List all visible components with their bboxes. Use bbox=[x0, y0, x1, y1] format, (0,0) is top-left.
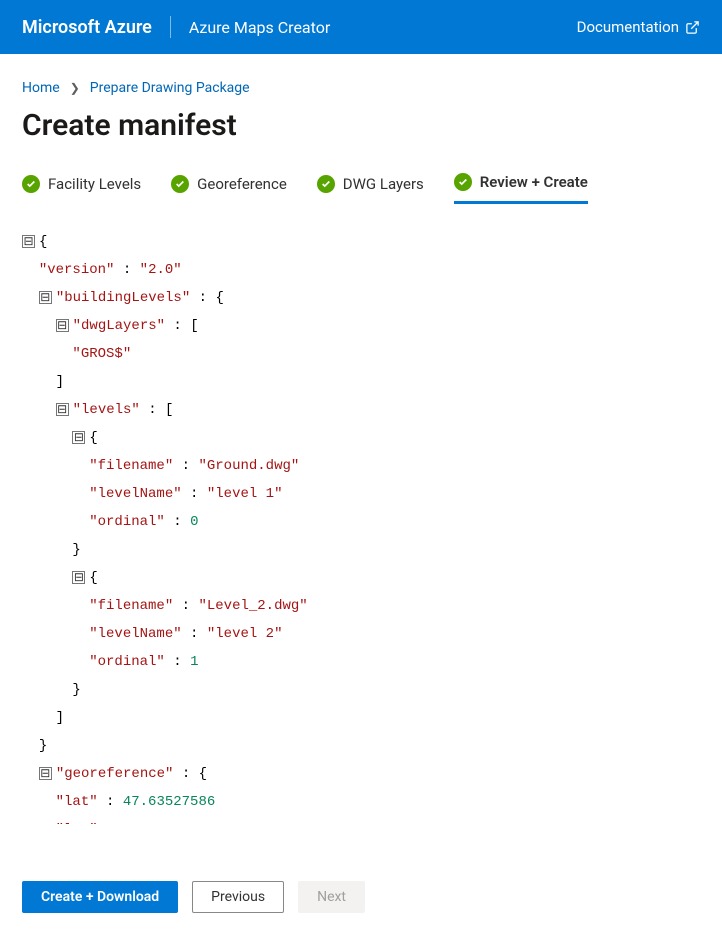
tab-label: Georeference bbox=[197, 175, 287, 193]
tab-facility-levels[interactable]: Facility Levels bbox=[22, 173, 141, 204]
manifest-json-viewer: ⊟{ "version" : "2.0" ⊟"buildingLevels" :… bbox=[0, 204, 722, 824]
footer-actions: Create + Download Previous Next bbox=[0, 866, 722, 935]
previous-button[interactable]: Previous bbox=[192, 881, 284, 913]
tab-label: DWG Layers bbox=[343, 175, 424, 193]
tab-review-create[interactable]: Review + Create bbox=[454, 173, 588, 204]
collapse-toggle-icon[interactable]: ⊟ bbox=[56, 319, 69, 332]
tab-dwg-layers[interactable]: DWG Layers bbox=[317, 173, 424, 204]
json-value: "level 1" bbox=[207, 486, 283, 502]
check-circle-icon bbox=[22, 175, 40, 193]
collapse-toggle-icon[interactable]: ⊟ bbox=[72, 571, 85, 584]
next-button: Next bbox=[298, 881, 365, 913]
chevron-right-icon: ❯ bbox=[70, 81, 80, 95]
json-value: 1 bbox=[190, 654, 198, 670]
check-circle-icon bbox=[171, 175, 189, 193]
json-value: -122.13355922 bbox=[123, 822, 232, 824]
collapse-toggle-icon[interactable]: ⊟ bbox=[39, 291, 52, 304]
check-circle-icon bbox=[317, 175, 335, 193]
wizard-steps: Facility Levels Georeference DWG Layers … bbox=[0, 147, 722, 204]
topbar: Microsoft Azure Azure Maps Creator Docum… bbox=[0, 0, 722, 54]
breadcrumb-page[interactable]: Prepare Drawing Package bbox=[90, 80, 250, 96]
json-value: "Level_2.dwg" bbox=[198, 598, 307, 614]
create-download-button[interactable]: Create + Download bbox=[22, 881, 178, 913]
check-circle-icon bbox=[454, 173, 472, 191]
documentation-link[interactable]: Documentation bbox=[577, 18, 700, 36]
topbar-divider bbox=[170, 16, 171, 38]
json-value: 47.63527586 bbox=[123, 794, 215, 810]
documentation-link-label: Documentation bbox=[577, 18, 679, 36]
tab-georeference[interactable]: Georeference bbox=[171, 173, 287, 204]
topbar-left: Microsoft Azure Azure Maps Creator bbox=[22, 16, 330, 38]
json-value: "Ground.dwg" bbox=[198, 458, 299, 474]
collapse-toggle-icon[interactable]: ⊟ bbox=[56, 403, 69, 416]
breadcrumb: Home ❯ Prepare Drawing Package bbox=[0, 54, 722, 106]
collapse-toggle-icon[interactable]: ⊟ bbox=[22, 235, 35, 248]
brand-label: Microsoft Azure bbox=[22, 17, 152, 38]
collapse-toggle-icon[interactable]: ⊟ bbox=[72, 431, 85, 444]
breadcrumb-home[interactable]: Home bbox=[22, 80, 60, 96]
json-value: "GROS$" bbox=[72, 346, 131, 362]
external-link-icon bbox=[685, 20, 700, 35]
json-value: "2.0" bbox=[140, 262, 182, 278]
collapse-toggle-icon[interactable]: ⊟ bbox=[39, 767, 52, 780]
json-value: 0 bbox=[190, 514, 198, 530]
page-title: Create manifest bbox=[0, 106, 722, 147]
app-name-label: Azure Maps Creator bbox=[189, 18, 330, 37]
tab-label: Facility Levels bbox=[48, 175, 141, 193]
json-value: "level 2" bbox=[207, 626, 283, 642]
tab-label: Review + Create bbox=[480, 173, 588, 191]
